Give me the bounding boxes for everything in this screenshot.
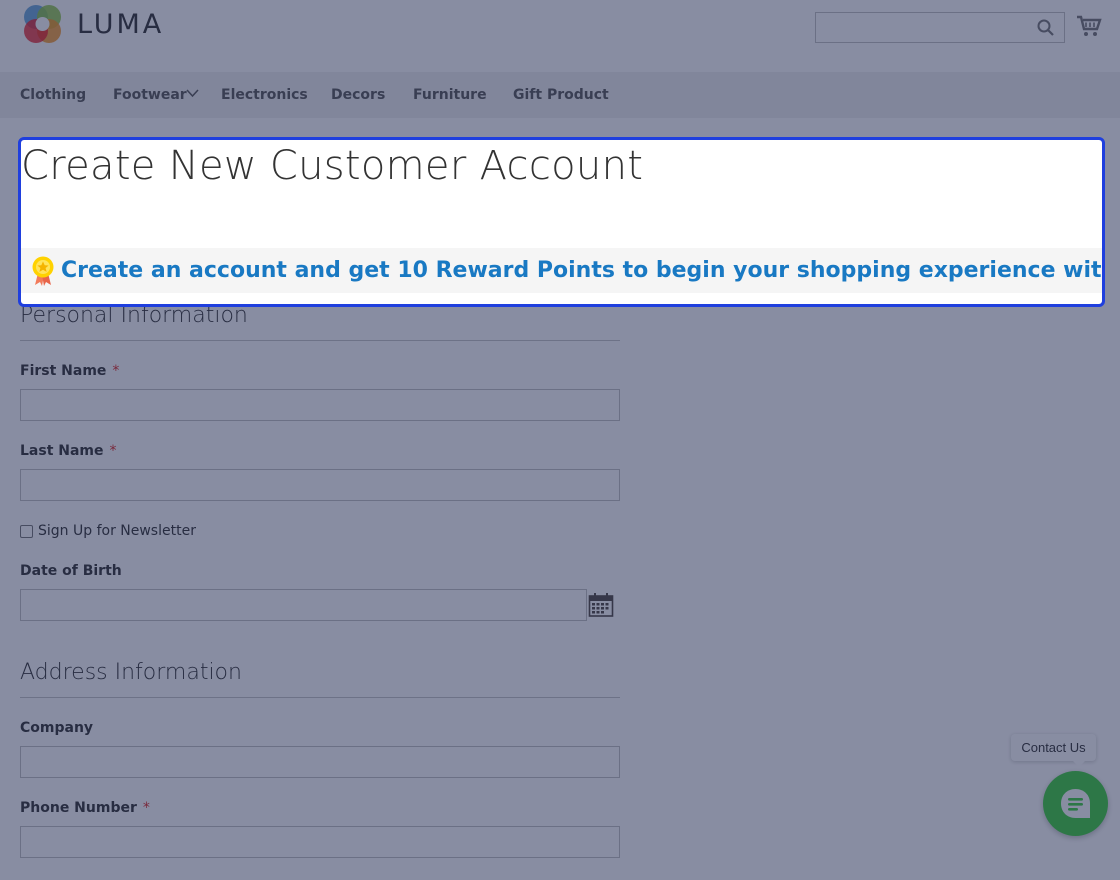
- phone-field[interactable]: [20, 826, 620, 858]
- nav-item-electronics[interactable]: Electronics: [221, 87, 308, 103]
- nav-item-clothing[interactable]: Clothing: [20, 87, 86, 103]
- last-name-field[interactable]: [20, 469, 620, 501]
- store-logo[interactable]: LUMA: [20, 2, 164, 47]
- section-divider: [20, 697, 620, 698]
- nav-item-gift-product[interactable]: Gift Product: [513, 87, 609, 103]
- reward-banner-text: Create an account and get 10 Reward Poin…: [61, 258, 1105, 283]
- chevron-down-icon[interactable]: [186, 89, 199, 98]
- first-name-label: First Name *: [20, 363, 120, 379]
- reward-badge-icon: [32, 256, 54, 286]
- last-name-label: Last Name *: [20, 443, 117, 459]
- nav-item-decors[interactable]: Decors: [331, 87, 385, 103]
- required-marker: *: [112, 363, 120, 379]
- phone-label: Phone Number *: [20, 800, 150, 816]
- luma-logo-icon: [24, 5, 61, 43]
- company-label: Company: [20, 720, 94, 736]
- nav-item-footwear[interactable]: Footwear: [113, 87, 187, 103]
- newsletter-checkbox[interactable]: [20, 525, 33, 538]
- page-title: Create New Customer Account: [21, 143, 644, 189]
- page-header: LUMA: [0, 0, 1120, 72]
- reward-points-banner: Create an account and get 10 Reward Poin…: [21, 248, 1102, 293]
- main-navigation: Clothing Footwear Electronics Decors Fur…: [0, 72, 1120, 118]
- company-field[interactable]: [20, 746, 620, 778]
- address-info-title: Address Information: [20, 660, 242, 685]
- calendar-icon[interactable]: [588, 592, 614, 618]
- required-marker: *: [109, 443, 117, 459]
- first-name-field[interactable]: [20, 389, 620, 421]
- dob-field[interactable]: [20, 589, 587, 621]
- chat-icon: [1061, 789, 1090, 818]
- search-icon[interactable]: [1037, 19, 1055, 37]
- nav-item-furniture[interactable]: Furniture: [413, 87, 487, 103]
- logo-text: LUMA: [77, 9, 165, 40]
- dob-label: Date of Birth: [20, 563, 122, 579]
- chat-button[interactable]: [1043, 771, 1108, 836]
- section-divider: [20, 340, 620, 341]
- highlighted-region: Create New Customer Account Create an ac…: [18, 137, 1105, 307]
- required-marker: *: [142, 800, 150, 816]
- contact-us-tooltip[interactable]: Contact Us: [1011, 734, 1096, 767]
- newsletter-label[interactable]: Sign Up for Newsletter: [38, 523, 196, 539]
- shopping-cart-icon[interactable]: [1076, 14, 1102, 38]
- search-input[interactable]: [815, 12, 1065, 43]
